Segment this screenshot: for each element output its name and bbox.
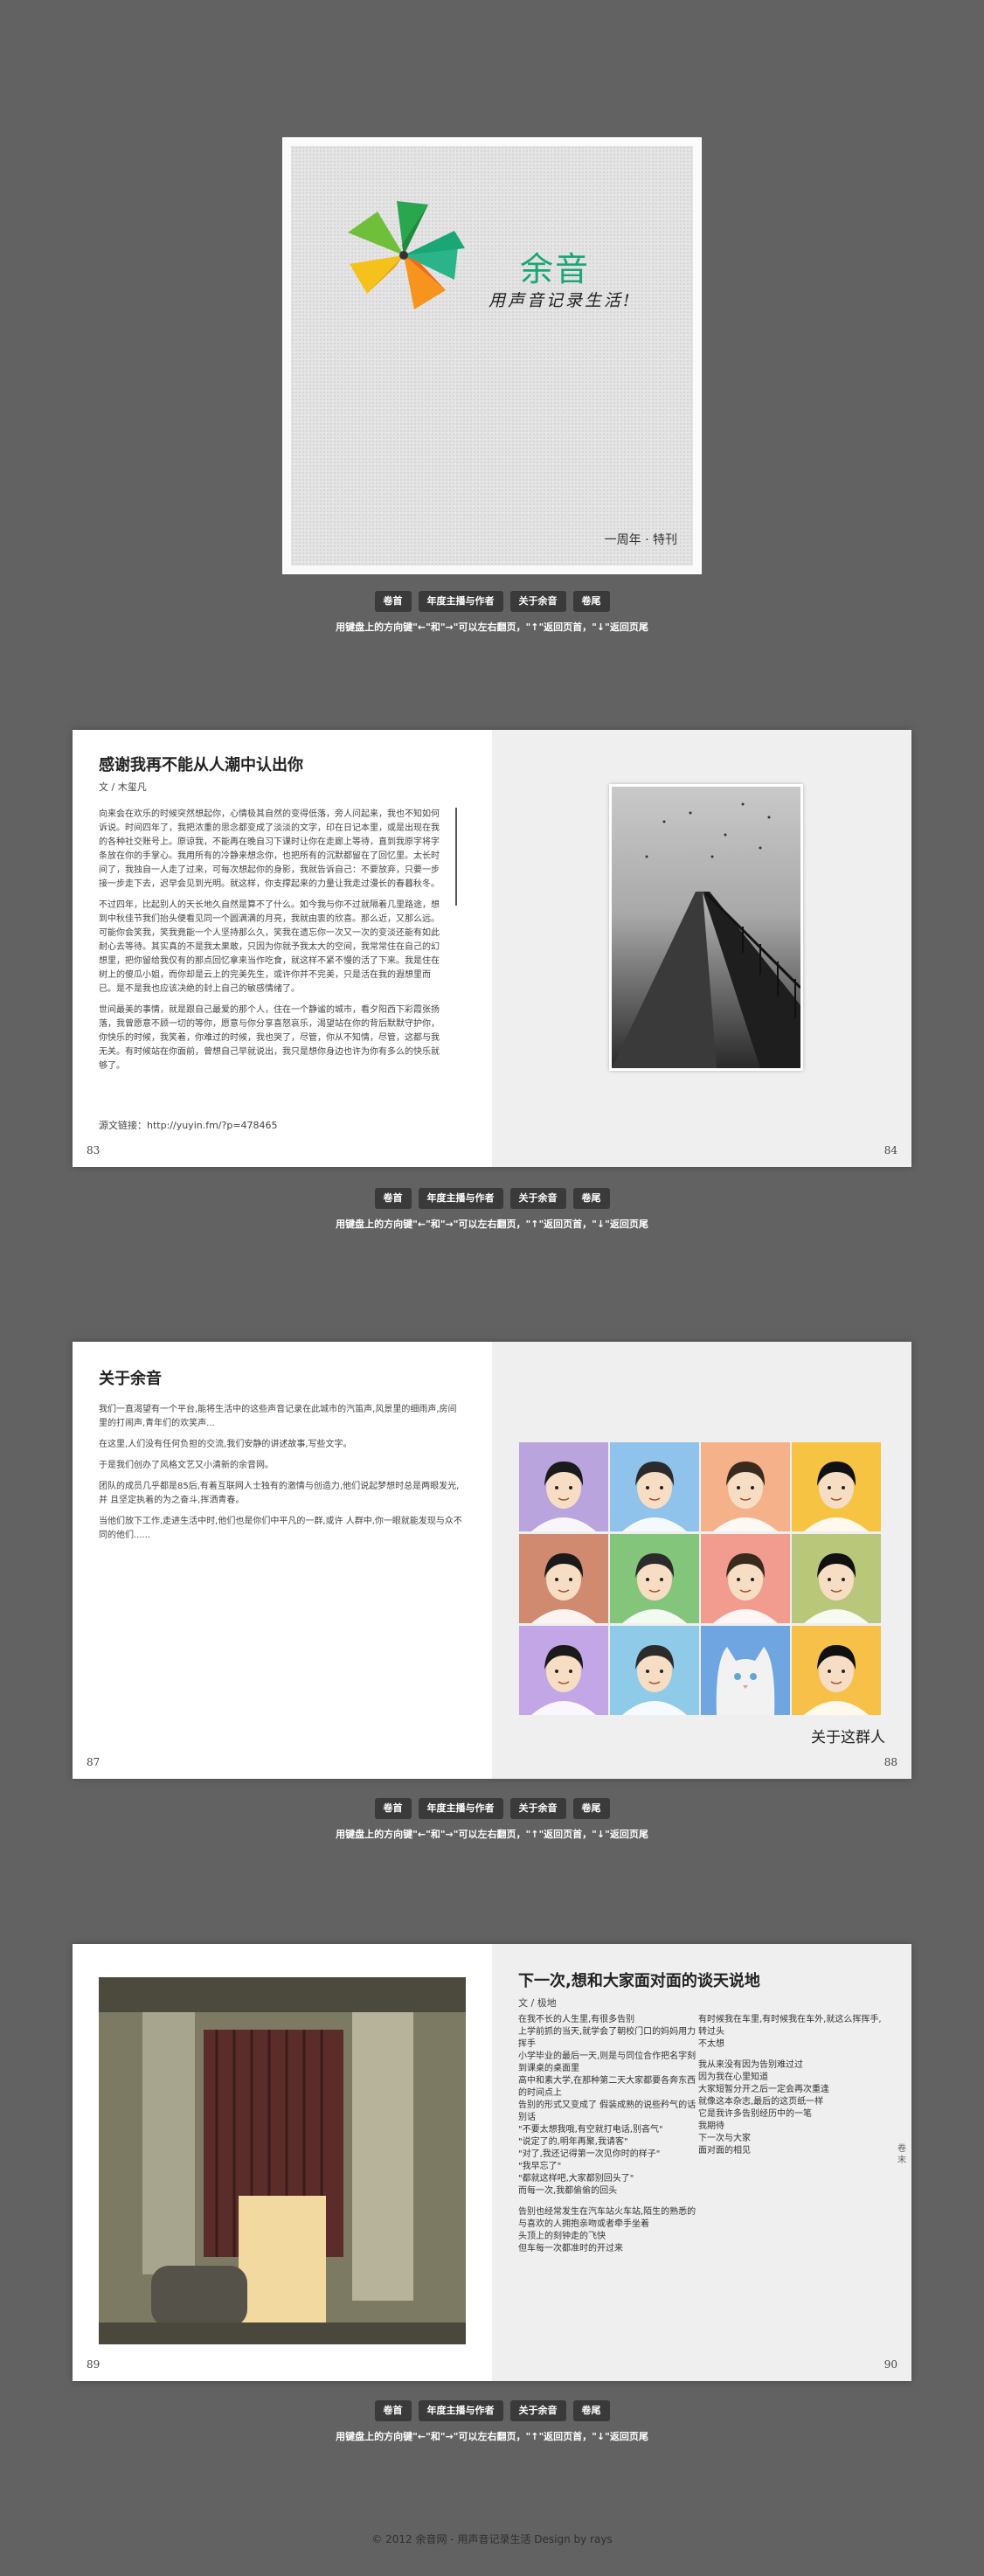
article-paragraph: 我们一直渴望有一个平台,能将生活中的这些声音记录在此城市的汽笛声,风景里的细雨声… xyxy=(99,1405,457,1428)
photo-booth-illustration xyxy=(99,1977,466,2344)
article-body: 我们一直渴望有一个平台,能将生活中的这些声音记录在此城市的汽笛声,风景里的细雨声… xyxy=(99,1403,466,1543)
nav-button-hosts-authors[interactable]: 年度主播与作者 xyxy=(418,2400,503,2421)
article-author: 文 / 极地 xyxy=(518,1997,557,2009)
team-caption: 关于这群人 xyxy=(811,1729,885,1746)
cover-caption: 一周年 · 特刊 xyxy=(604,533,677,547)
keyboard-hint: 用键盘上的方向键"←"和"→"可以左右翻页，"↑"返回页首，"↓"返回页尾 xyxy=(336,1219,648,1230)
article: 下一次,想和大家面对面的谈天说地 文 / 极地 xyxy=(518,1968,885,2010)
nav-button-front[interactable]: 卷首 xyxy=(374,1188,412,1209)
page-nav: 卷首 年度主播与作者 关于余音 卷尾 用键盘上的方向键"←"和"→"可以左右翻页… xyxy=(0,1798,984,1841)
page-right: 下一次,想和大家面对面的谈天说地 文 / 极地 在我不长的人生里,有很多告别 上… xyxy=(492,1944,911,2381)
page-nav: 卷首 年度主播与作者 关于余音 卷尾 用键盘上的方向键"←"和"→"可以左右翻页… xyxy=(0,591,984,634)
page-number: 84 xyxy=(884,1144,897,1156)
article-paragraph: 不过四年，比起别人的天长地久自然是算不了什么。如今我与你不过就隔着几里路途，想到… xyxy=(99,900,440,994)
end-tab[interactable]: 卷末 xyxy=(897,2143,908,2166)
page-right: 84 xyxy=(492,730,911,1167)
nav-button-about[interactable]: 关于余音 xyxy=(509,591,566,612)
nav-button-hosts-authors[interactable]: 年度主播与作者 xyxy=(418,1798,503,1819)
nav-button-about[interactable]: 关于余音 xyxy=(509,1798,566,1819)
article-author: 文 / 木玺凡 xyxy=(99,781,147,793)
team-avatar-grid xyxy=(519,1442,883,1715)
team-member-avatar xyxy=(610,1626,699,1715)
keyboard-hint: 用键盘上的方向键"←"和"→"可以左右翻页，"↑"返回页首，"↓"返回页尾 xyxy=(336,2431,648,2442)
site-footer: © 2012 余音网 - 用声音记录生活 Design by rays xyxy=(371,2533,613,2545)
cat-avatar xyxy=(701,1626,790,1715)
team-member-avatar xyxy=(792,1442,881,1531)
team-member-avatar xyxy=(610,1442,699,1531)
page-right: 关于这群人 88 xyxy=(492,1342,911,1779)
pinwheel-logo-icon xyxy=(348,201,465,309)
team-member-avatar xyxy=(701,1442,790,1531)
team-member-avatar xyxy=(610,1534,699,1623)
team-member-avatar xyxy=(792,1534,881,1623)
article-paragraph: 在这里,人们没有任何负担的交流,我们安静的讲述故事,写些文字。 xyxy=(99,1440,352,1449)
article-paragraph: 于是我们创办了风格文艺又小清新的余音网。 xyxy=(99,1461,274,1470)
pier-photo xyxy=(609,784,803,1071)
team-member-avatar xyxy=(519,1626,608,1715)
team-member-avatar xyxy=(701,1534,790,1623)
team-member-avatar xyxy=(519,1534,608,1623)
nav-button-hosts-authors[interactable]: 年度主播与作者 xyxy=(418,1188,503,1209)
page-left: 关于余音 我们一直渴望有一个平台,能将生活中的这些声音记录在此城市的汽笛声,风景… xyxy=(73,1342,492,1779)
page-nav: 卷首 年度主播与作者 关于余音 卷尾 用键盘上的方向键"←"和"→"可以左右翻页… xyxy=(0,1188,984,1231)
page-number: 89 xyxy=(87,2358,100,2371)
article: 感谢我再不能从人潮中认出你 文 / 木玺凡 向来会在欢乐的时候突然想起你，心情极… xyxy=(99,753,457,1072)
page-nav: 卷首 年度主播与作者 关于余音 卷尾 用键盘上的方向键"←"和"→"可以左右翻页… xyxy=(0,2400,984,2443)
poem-stanza: 我从来没有因为告别难过过 因为我在心里知道 大家短暂分开之后一定会再次重逢 就像… xyxy=(698,2060,829,2156)
article-paragraph: 向来会在欢乐的时候突然想起你，心情极其自然的变得低落，旁人问起来，我也不知如何诉… xyxy=(99,809,440,889)
article-title: 关于余音 xyxy=(99,1370,162,1388)
nav-button-hosts-authors[interactable]: 年度主播与作者 xyxy=(418,591,503,612)
page-left: 89 xyxy=(73,1944,492,2381)
nav-button-end[interactable]: 卷尾 xyxy=(572,1798,610,1819)
nav-button-about[interactable]: 关于余音 xyxy=(509,1188,566,1209)
nav-button-end[interactable]: 卷尾 xyxy=(572,591,610,612)
page-number: 87 xyxy=(87,1756,100,1768)
article-title: 感谢我再不能从人潮中认出你 xyxy=(99,756,303,774)
page-number: 88 xyxy=(884,1756,897,1768)
page-number: 90 xyxy=(884,2358,897,2371)
poem-stanza: 有时候我在车里,有时候我在车外,就这么挥挥手,转过头 不太想 xyxy=(698,2015,882,2049)
article-title: 下一次,想和大家面对面的谈天说地 xyxy=(518,1972,760,1990)
article-paragraph: 团队的成员几乎都是85后,有着互联网人士独有的激情与创造力,他们说起梦想时总是两… xyxy=(99,1482,460,1505)
brand-name: 余音 xyxy=(520,250,591,288)
nav-button-about[interactable]: 关于余音 xyxy=(509,2400,566,2421)
keyboard-hint: 用键盘上的方向键"←"和"→"可以左右翻页，"↑"返回页首，"↓"返回页尾 xyxy=(336,621,648,633)
nav-button-front[interactable]: 卷首 xyxy=(374,591,412,612)
page-number: 83 xyxy=(87,1144,100,1156)
team-member-avatar xyxy=(519,1442,608,1531)
article-paragraph: 世间最美的事情，就是跟自己最爱的那个人，住在一个静谧的城市，看夕阳西下彩霞张扬落… xyxy=(99,1005,440,1071)
poem-stanza: 告别也经常发生在汽车站火车站,陌生的熟悉的 与喜欢的人拥抱亲吻或者牵手坐着 头顶… xyxy=(518,2207,696,2253)
source-link[interactable]: 源文链接：http://yuyin.fm/?p=478465 xyxy=(99,1118,278,1132)
brand-slogan: 用声音记录生活! xyxy=(489,291,633,310)
keyboard-hint: 用键盘上的方向键"←"和"→"可以左右翻页，"↑"返回页首，"↓"返回页尾 xyxy=(336,1829,648,1840)
magazine-spread-1: 感谢我再不能从人潮中认出你 文 / 木玺凡 向来会在欢乐的时候突然想起你，心情极… xyxy=(73,730,911,1167)
article: 关于余音 我们一直渴望有一个平台,能将生活中的这些声音记录在此城市的汽笛声,风景… xyxy=(99,1366,466,1550)
nav-button-end[interactable]: 卷尾 xyxy=(572,2400,610,2421)
article-scroll-area[interactable]: 向来会在欢乐的时候突然想起你，心情极其自然的变得低落，旁人问起来，我也不知如何诉… xyxy=(99,808,457,1072)
nav-button-front[interactable]: 卷首 xyxy=(374,1798,412,1819)
magazine-spread-2: 关于余音 我们一直渴望有一个平台,能将生活中的这些声音记录在此城市的汽笛声,风景… xyxy=(73,1342,911,1779)
page-left: 感谢我再不能从人潮中认出你 文 / 木玺凡 向来会在欢乐的时候突然想起你，心情极… xyxy=(73,730,492,1167)
poem-column-right: 有时候我在车里,有时候我在车外,就这么挥挥手,转过头 不太想 我从来没有因为告别… xyxy=(698,2014,889,2166)
article-paragraph: 当他们放下工作,走进生活中时,他们也是你们中平凡的一群,或许 人群中,你一眼就能… xyxy=(99,1517,462,1540)
nav-button-front[interactable]: 卷首 xyxy=(374,2400,412,2421)
team-member-avatar xyxy=(792,1626,881,1715)
cover-page: 余音 用声音记录生活! 一周年 · 特刊 xyxy=(282,137,702,574)
cover-background: 余音 用声音记录生活! 一周年 · 特刊 xyxy=(291,146,693,566)
magazine-spread-3: 89 下一次,想和大家面对面的谈天说地 文 / 极地 在我不长的人生里,有很多告… xyxy=(73,1944,911,2381)
scrollbar[interactable] xyxy=(455,808,457,906)
poem-column-left: 在我不长的人生里,有很多告别 上学前抓的当天,就学会了朝校门口的妈妈用力挥手 小… xyxy=(518,2014,698,2264)
nav-button-end[interactable]: 卷尾 xyxy=(572,1188,610,1209)
poem-stanza: 在我不长的人生里,有很多告别 上学前抓的当天,就学会了朝校门口的妈妈用力挥手 小… xyxy=(518,2015,696,2196)
